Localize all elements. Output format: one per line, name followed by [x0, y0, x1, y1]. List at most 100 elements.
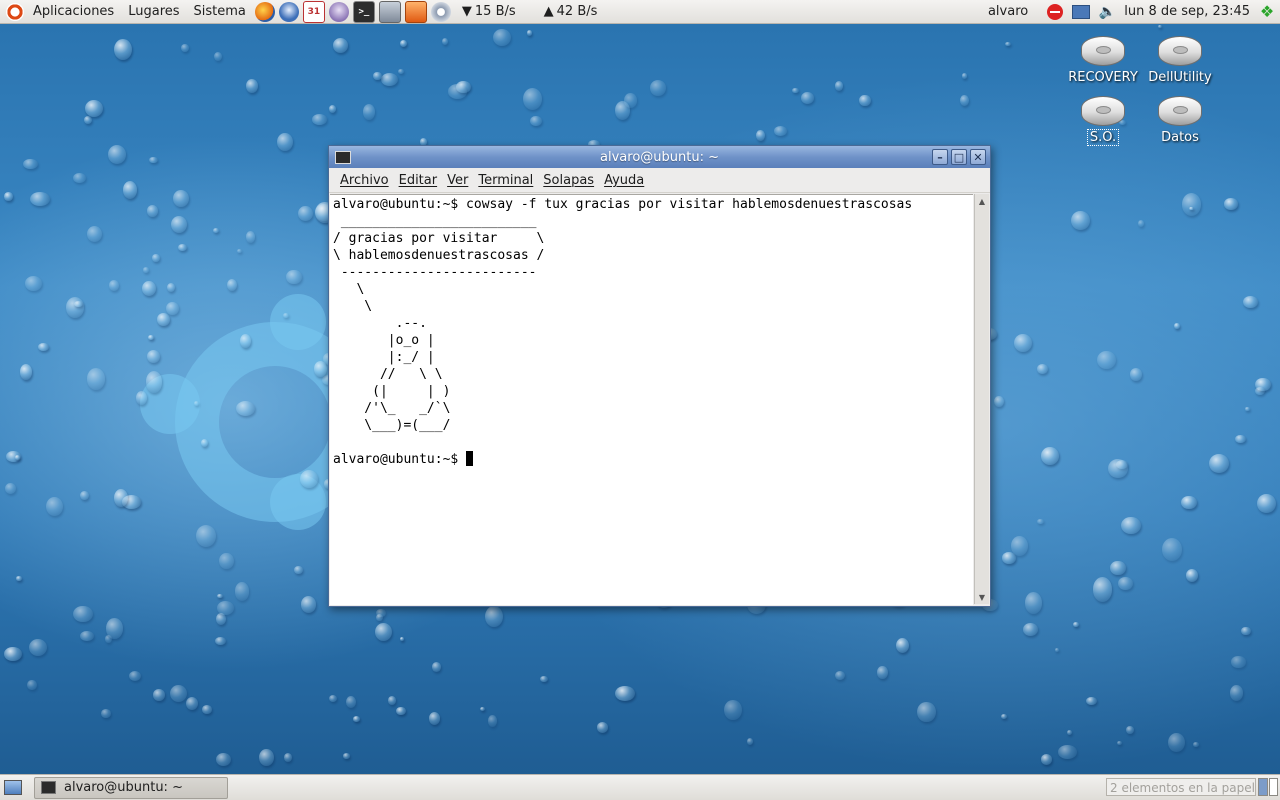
- terminal-icon[interactable]: >_: [352, 0, 375, 23]
- water-drop: [1067, 729, 1073, 736]
- water-drop: [835, 670, 845, 680]
- maximize-button[interactable]: □: [951, 149, 967, 165]
- net-down-speed: 15 B/s: [474, 4, 516, 19]
- terminal-window-icon[interactable]: [335, 150, 351, 164]
- menu-ayuda[interactable]: Ayuda: [599, 173, 649, 188]
- text-cursor: [466, 451, 474, 466]
- ubuntu-logo-icon[interactable]: [6, 2, 24, 21]
- menu-solapas[interactable]: Solapas: [538, 173, 599, 188]
- water-drop: [479, 706, 486, 711]
- water-drop: [493, 29, 511, 47]
- settings-icon[interactable]: [430, 1, 451, 22]
- water-drop: [540, 675, 549, 683]
- desktop-icon-label: DellUtility: [1148, 70, 1212, 85]
- water-drop: [219, 553, 234, 570]
- water-drop: [523, 87, 543, 111]
- water-drop: [1014, 333, 1032, 352]
- water-drop: [167, 283, 176, 293]
- water-drop: [362, 103, 375, 120]
- screenshot-icon[interactable]: [404, 0, 427, 23]
- water-drop: [1107, 458, 1128, 479]
- minimize-button[interactable]: –: [932, 149, 948, 165]
- water-drop: [276, 132, 293, 151]
- terminal-output[interactable]: alvaro@ubuntu:~$ cowsay -f tux gracias p…: [330, 194, 973, 605]
- water-drop: [1092, 577, 1113, 602]
- terminal-lines: alvaro@ubuntu:~$ cowsay -f tux gracias p…: [333, 197, 912, 433]
- thunderbird-icon[interactable]: [278, 1, 299, 22]
- water-drop: [756, 130, 766, 142]
- water-drop: [1055, 647, 1060, 653]
- quit-icon[interactable]: ❖: [1257, 2, 1277, 22]
- menu-ver[interactable]: Ver: [442, 173, 473, 188]
- workspace-1[interactable]: [1258, 778, 1268, 796]
- menu-lugares[interactable]: Lugares: [121, 0, 186, 24]
- network-disconnected-icon[interactable]: [1045, 2, 1065, 22]
- drive-icon: [1158, 96, 1202, 126]
- desktop-icon-recovery[interactable]: RECOVERY: [1065, 36, 1141, 85]
- task-label: alvaro@ubuntu: ~: [64, 780, 183, 795]
- net-up-speed: 42 B/s: [556, 4, 598, 19]
- water-drop: [395, 706, 406, 716]
- file-manager-icon[interactable]: [378, 0, 401, 23]
- water-drop: [877, 665, 888, 679]
- water-drop: [1110, 560, 1126, 576]
- water-drop: [1041, 447, 1059, 465]
- taskbar-terminal-button[interactable]: alvaro@ubuntu: ~: [34, 776, 228, 799]
- menu-terminal[interactable]: Terminal: [473, 173, 538, 188]
- scroll-down-arrow-icon[interactable]: ▼: [975, 590, 989, 604]
- scroll-up-arrow-icon[interactable]: ▲: [975, 194, 989, 208]
- calendar-icon[interactable]: 31: [302, 0, 325, 23]
- clock[interactable]: lun 8 de sep, 23:45: [1124, 4, 1250, 19]
- water-drop: [724, 700, 742, 721]
- water-drop: [596, 721, 609, 733]
- menu-archivo[interactable]: Archivo: [335, 173, 394, 188]
- user-name[interactable]: alvaro: [988, 4, 1028, 19]
- water-drop: [649, 80, 667, 97]
- desktop-icon-label: Datos: [1161, 130, 1199, 145]
- water-drop: [447, 84, 467, 99]
- water-drop: [1071, 210, 1090, 230]
- menu-aplicaciones[interactable]: Aplicaciones: [26, 0, 121, 24]
- desktop-icon-datos[interactable]: Datos: [1142, 96, 1218, 145]
- desktop-icon-dellutility[interactable]: DellUtility: [1142, 36, 1218, 85]
- menu-sistema[interactable]: Sistema: [187, 0, 253, 24]
- water-drop: [1245, 407, 1250, 411]
- volume-icon[interactable]: 🔈: [1097, 2, 1117, 22]
- terminal-line: alvaro@ubuntu:~$ cowsay -f tux gracias p…: [333, 197, 913, 212]
- window-titlebar[interactable]: alvaro@ubuntu: ~ – □ ✕: [329, 146, 990, 168]
- water-drop: [1241, 626, 1251, 636]
- desktop-icon-so[interactable]: S.O.: [1065, 96, 1141, 146]
- menu-editar[interactable]: Editar: [394, 173, 443, 188]
- water-drop: [1209, 454, 1229, 474]
- water-drop: [142, 281, 156, 297]
- network-monitor[interactable]: ▼ 15 B/s ▲ 42 B/s: [459, 4, 598, 19]
- water-drop: [332, 38, 349, 53]
- water-drop: [1085, 696, 1098, 705]
- top-panel: Aplicaciones Lugares Sistema 31 >_ ▼ 15 …: [0, 0, 1280, 24]
- terminal-line: \: [356, 282, 365, 297]
- water-drop: [792, 87, 800, 93]
- show-desktop-icon[interactable]: [2, 778, 24, 798]
- water-drop: [960, 94, 969, 106]
- water-drop: [1162, 538, 1182, 561]
- workspace-2[interactable]: [1268, 778, 1278, 796]
- water-drop: [16, 576, 22, 581]
- terminal-scrollbar[interactable]: ▲ ▼: [974, 194, 989, 604]
- workspace-switcher[interactable]: [1258, 778, 1278, 796]
- water-drop: [993, 395, 1004, 408]
- firefox-icon[interactable]: [254, 1, 275, 22]
- pidgin-icon[interactable]: [328, 1, 349, 22]
- water-drop: [285, 269, 302, 285]
- water-drop: [152, 689, 166, 702]
- water-drop: [84, 116, 93, 125]
- water-drop: [1231, 656, 1246, 668]
- water-drop: [615, 101, 631, 121]
- network-manager-icon[interactable]: [1071, 2, 1091, 22]
- water-drop: [216, 753, 232, 767]
- water-drop: [428, 712, 441, 726]
- terminal-line: .--.: [395, 316, 427, 331]
- water-drop: [258, 748, 274, 767]
- trash-status[interactable]: 2 elementos en la papelera: [1106, 778, 1256, 796]
- close-button[interactable]: ✕: [970, 149, 986, 165]
- water-drop: [1254, 387, 1265, 396]
